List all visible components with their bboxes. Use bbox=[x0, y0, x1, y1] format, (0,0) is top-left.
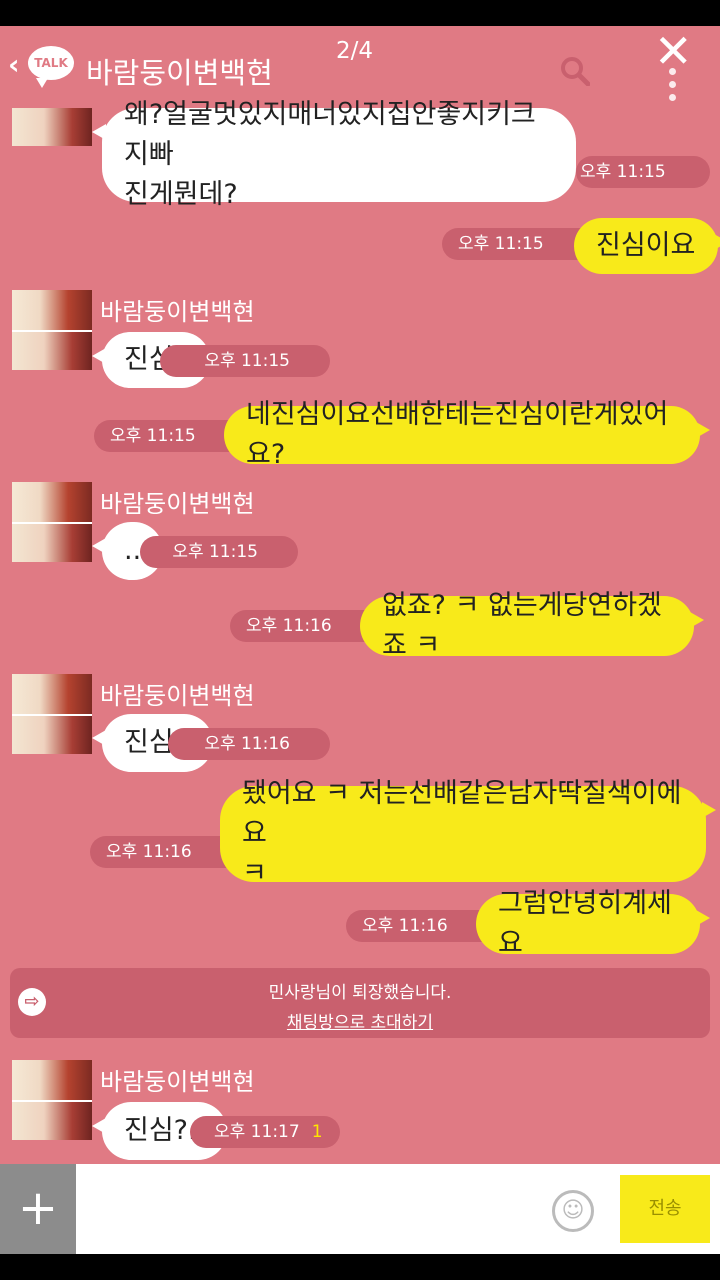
add-attachment-button[interactable]: + bbox=[0, 1164, 76, 1254]
message-time: 오후 11:17 1 bbox=[190, 1116, 340, 1148]
search-icon[interactable] bbox=[560, 56, 590, 86]
unread-count: 1 bbox=[311, 1122, 323, 1142]
close-icon[interactable]: ✕ bbox=[654, 28, 693, 74]
message-bubble-sent: 네진심이요선배한테는진심이란게있어요? bbox=[224, 399, 710, 470]
notice-text: 민사랑님이 퇴장했습니다. bbox=[268, 983, 452, 1003]
avatar[interactable] bbox=[12, 290, 92, 370]
status-bar bbox=[0, 0, 720, 26]
message-time: 오후 11:15 bbox=[140, 536, 298, 568]
send-button[interactable]: 전송 bbox=[620, 1175, 710, 1243]
message-text: 왜?얼굴멋있지매너있지집안좋지키크지빠 bbox=[124, 99, 536, 170]
message-bubble-sent: 그럼안녕히계세요 bbox=[476, 888, 710, 959]
message-text: ㅋ bbox=[242, 858, 267, 889]
message-bubble-received: 왜?얼굴멋있지매너있지집안좋지키크지빠 진게뭔데? bbox=[92, 99, 576, 210]
emoticon-icon[interactable]: ☺ bbox=[552, 1190, 594, 1232]
page-indicator: 2/4 bbox=[336, 38, 374, 64]
chat-screen: ‹ TALK 바람둥이변백현 2/4 ✕ 왜?얼굴멋있지매너있지집안좋지키크지빠… bbox=[0, 26, 720, 1254]
message-input-bar: + ☺ 전송 bbox=[0, 1164, 720, 1254]
system-notice: ⇨ 민사랑님이 퇴장했습니다. 채팅방으로 초대하기 bbox=[10, 968, 710, 1038]
back-icon[interactable]: ‹ bbox=[8, 48, 20, 81]
chat-title: 바람둥이변백현 bbox=[86, 56, 273, 90]
sender-name: 바람둥이변백현 bbox=[100, 1068, 255, 1096]
sender-name: 바람둥이변백현 bbox=[100, 490, 255, 518]
message-bubble-sent: 됐어요 ㅋ 저는선배같은남자딱질색이에요 ㅋ bbox=[220, 778, 716, 889]
avatar[interactable] bbox=[12, 482, 92, 562]
invite-link[interactable]: 채팅방으로 초대하기 bbox=[10, 1008, 710, 1033]
navigation-bar bbox=[0, 1254, 720, 1280]
message-time: 오후 11:16 bbox=[168, 728, 330, 760]
avatar[interactable] bbox=[12, 1060, 92, 1140]
sender-name: 바람둥이변백현 bbox=[100, 682, 255, 710]
message-text: 진게뭔데? bbox=[124, 179, 238, 210]
message-time: 오후 11:15 bbox=[160, 345, 330, 377]
avatar[interactable] bbox=[12, 108, 92, 146]
kakaotalk-logo-icon: TALK bbox=[28, 46, 74, 88]
sender-name: 바람둥이변백현 bbox=[100, 298, 255, 326]
message-text: 됐어요 ㅋ 저는선배같은남자딱질색이에요 bbox=[242, 778, 682, 849]
message-time: 오후 11:15 bbox=[576, 156, 710, 188]
avatar[interactable] bbox=[12, 674, 92, 754]
message-bubble-sent: 진심이요 bbox=[574, 218, 720, 274]
message-time-text: 오후 11:17 bbox=[214, 1122, 300, 1142]
message-bubble-sent: 없죠? ㅋ 없는게당연하겠죠 ㅋ bbox=[360, 590, 704, 661]
